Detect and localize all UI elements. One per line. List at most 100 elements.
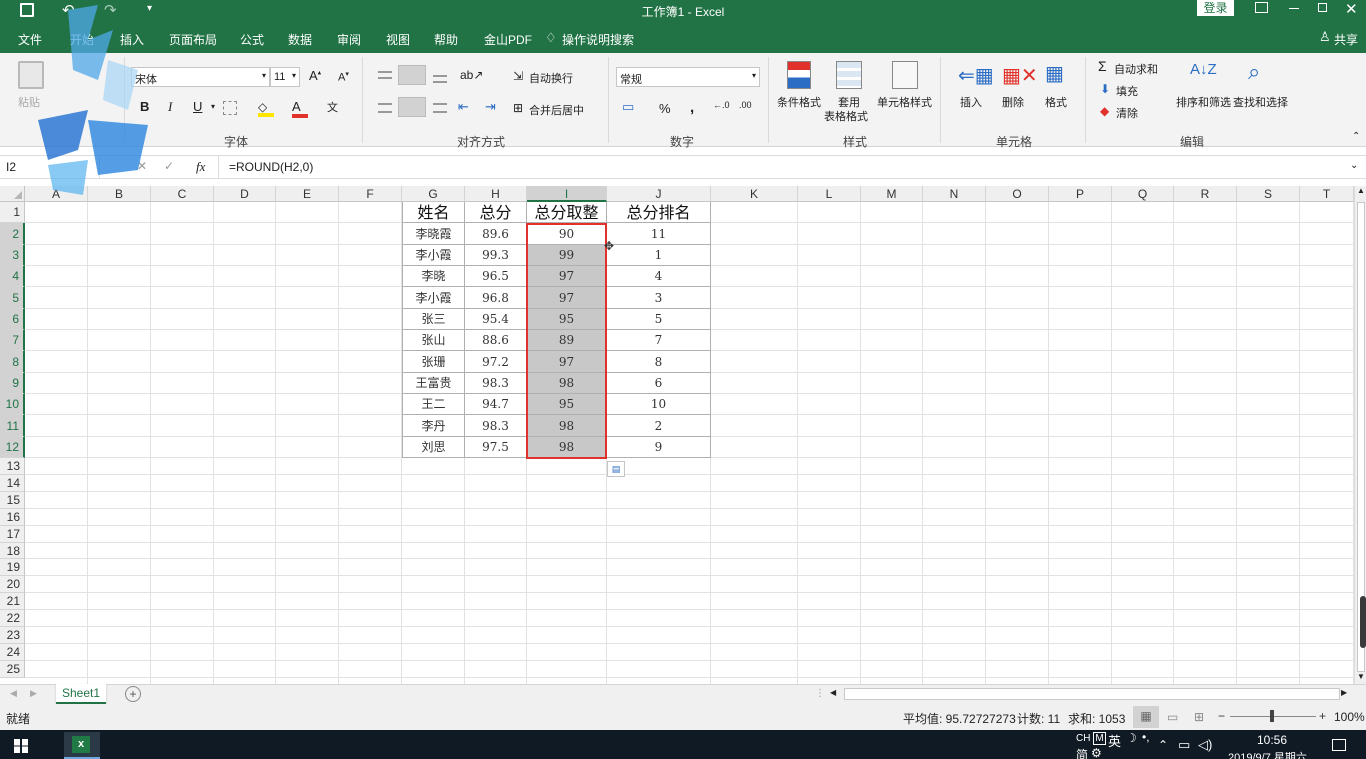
table-cell[interactable]: 2 bbox=[607, 415, 711, 437]
row-header-22[interactable]: 22 bbox=[0, 610, 25, 627]
table-cell[interactable]: 8 bbox=[607, 351, 711, 373]
align-middle-icon[interactable] bbox=[398, 65, 426, 85]
ime-settings-icon[interactable]: ⚙ bbox=[1091, 746, 1102, 759]
chevron-down-icon[interactable]: ▾ bbox=[211, 102, 215, 111]
table-cell[interactable]: 98.3 bbox=[465, 415, 527, 437]
horizontal-scroll-thumb[interactable] bbox=[844, 688, 1340, 700]
format-cells-button[interactable]: 格式 bbox=[1045, 94, 1067, 110]
table-cell[interactable]: 李晓霞 bbox=[402, 223, 465, 245]
font-color-icon[interactable]: A bbox=[292, 99, 308, 118]
borders-icon[interactable] bbox=[223, 101, 237, 115]
autosum-button[interactable]: 自动求和 bbox=[1114, 61, 1158, 77]
increase-font-icon[interactable]: A▴ bbox=[309, 68, 321, 83]
row-header-5[interactable]: 5 bbox=[0, 287, 25, 309]
ime-dot-icon[interactable]: •, bbox=[1142, 730, 1150, 744]
horizontal-scrollbar[interactable]: ◀ ▶ bbox=[830, 686, 1350, 702]
format-as-table-icon[interactable] bbox=[836, 61, 862, 89]
table-cell[interactable]: 95.4 bbox=[465, 309, 527, 330]
decrease-indent-icon[interactable]: ⇤ bbox=[458, 99, 469, 115]
table-header-cell[interactable]: 姓名 bbox=[402, 202, 465, 223]
scroll-left-icon[interactable]: ◀ bbox=[830, 688, 836, 697]
table-cell[interactable]: 4 bbox=[607, 266, 711, 287]
ime-english[interactable]: 英 bbox=[1108, 731, 1121, 750]
row-header-17[interactable]: 17 bbox=[0, 526, 25, 543]
row-header-18[interactable]: 18 bbox=[0, 543, 25, 559]
increase-decimal-icon[interactable]: ←.0 bbox=[713, 100, 730, 110]
paste-button[interactable]: 粘贴 bbox=[18, 94, 40, 110]
network-icon[interactable]: ▭ bbox=[1178, 737, 1190, 753]
accounting-format-icon[interactable]: ▭ bbox=[622, 99, 634, 115]
name-box[interactable]: I2 bbox=[0, 156, 100, 178]
clear-button[interactable]: 清除 bbox=[1116, 105, 1138, 121]
column-header-P[interactable]: P bbox=[1049, 186, 1112, 202]
column-header-E[interactable]: E bbox=[276, 186, 339, 202]
select-all-corner[interactable] bbox=[0, 186, 25, 202]
zoom-slider-thumb[interactable] bbox=[1270, 710, 1274, 722]
status-sum[interactable]: 求和: 1053 bbox=[1068, 710, 1125, 727]
row-header-25[interactable]: 25 bbox=[0, 661, 25, 678]
collapse-ribbon-icon[interactable]: ⌃ bbox=[1352, 131, 1360, 142]
column-header-K[interactable]: K bbox=[711, 186, 798, 202]
tab-formulas[interactable]: 公式 bbox=[240, 31, 264, 48]
table-cell[interactable]: 王富贵 bbox=[402, 373, 465, 394]
row-header-3[interactable]: 3 bbox=[0, 245, 25, 266]
fill-color-icon[interactable]: ◇ bbox=[258, 100, 274, 117]
row-header-4[interactable]: 4 bbox=[0, 266, 25, 287]
table-header-cell[interactable]: 总分排名 bbox=[607, 202, 711, 223]
table-cell[interactable]: 11 bbox=[607, 223, 711, 245]
comma-style-icon[interactable]: , bbox=[690, 99, 694, 116]
font-size-select[interactable]: 11 ▾ bbox=[270, 67, 300, 87]
table-cell[interactable]: 张山 bbox=[402, 330, 465, 351]
insert-function-button[interactable]: fx bbox=[196, 159, 205, 175]
italic-button[interactable]: I bbox=[168, 99, 172, 115]
conditional-format-icon[interactable] bbox=[787, 61, 811, 89]
table-cell[interactable]: 李晓 bbox=[402, 266, 465, 287]
tab-review[interactable]: 审阅 bbox=[337, 31, 361, 48]
column-header-A[interactable]: A bbox=[25, 186, 88, 202]
ime-language[interactable]: CH bbox=[1076, 733, 1090, 744]
orientation-icon[interactable]: ab↗ bbox=[460, 68, 483, 82]
minimize-icon[interactable] bbox=[1289, 8, 1299, 9]
close-icon[interactable]: ✕ bbox=[1345, 0, 1358, 18]
delete-cells-icon[interactable]: ▦✕ bbox=[1002, 63, 1038, 88]
column-header-H[interactable]: H bbox=[465, 186, 527, 202]
table-cell[interactable]: 98.3 bbox=[465, 373, 527, 394]
number-format-select[interactable]: 常规 ▾ bbox=[616, 67, 760, 87]
conditional-format-button[interactable]: 条件格式 bbox=[777, 94, 821, 110]
scroll-up-icon[interactable]: ▲ bbox=[1357, 186, 1365, 195]
row-header-24[interactable]: 24 bbox=[0, 644, 25, 661]
row-header-21[interactable]: 21 bbox=[0, 593, 25, 610]
column-header-Q[interactable]: Q bbox=[1112, 186, 1174, 202]
row-header-23[interactable]: 23 bbox=[0, 627, 25, 644]
align-top-icon[interactable] bbox=[378, 71, 392, 79]
column-header-F[interactable]: F bbox=[339, 186, 402, 202]
column-header-C[interactable]: C bbox=[151, 186, 214, 202]
ime-simplified[interactable]: 简 bbox=[1076, 746, 1088, 759]
phonetic-guide-icon[interactable]: 文 bbox=[327, 99, 338, 115]
login-button[interactable]: 登录 bbox=[1197, 0, 1234, 16]
ime-moon-icon[interactable]: ☽ bbox=[1126, 731, 1137, 745]
wrap-text-button[interactable]: 自动换行 bbox=[529, 70, 573, 86]
scroll-right-icon[interactable]: ▶ bbox=[1341, 688, 1347, 697]
table-cell[interactable]: 张珊 bbox=[402, 351, 465, 373]
align-left-icon[interactable] bbox=[378, 103, 392, 113]
table-cell[interactable]: 刘思 bbox=[402, 437, 465, 458]
expand-formula-bar-icon[interactable]: ⌄ bbox=[1350, 160, 1358, 171]
row-header-10[interactable]: 10 bbox=[0, 394, 25, 415]
table-header-cell[interactable]: 总分取整 bbox=[527, 202, 607, 223]
column-header-G[interactable]: G bbox=[402, 186, 465, 202]
clock-time[interactable]: 10:56 bbox=[1257, 733, 1287, 747]
column-header-T[interactable]: T bbox=[1300, 186, 1354, 202]
column-header-M[interactable]: M bbox=[861, 186, 923, 202]
fill-button[interactable]: 填充 bbox=[1116, 83, 1138, 99]
new-sheet-icon[interactable]: + bbox=[125, 686, 141, 702]
ime-mode-icon[interactable]: M bbox=[1093, 732, 1106, 745]
table-cell[interactable]: 6 bbox=[607, 373, 711, 394]
sort-filter-button[interactable]: 排序和筛选 bbox=[1176, 94, 1231, 110]
cell-styles-button[interactable]: 单元格样式 bbox=[877, 94, 932, 110]
column-header-L[interactable]: L bbox=[798, 186, 861, 202]
volume-icon[interactable]: ◁) bbox=[1198, 737, 1212, 753]
align-bottom-icon[interactable] bbox=[433, 75, 447, 83]
cell-styles-icon[interactable] bbox=[892, 61, 918, 89]
table-cell[interactable]: 97.2 bbox=[465, 351, 527, 373]
